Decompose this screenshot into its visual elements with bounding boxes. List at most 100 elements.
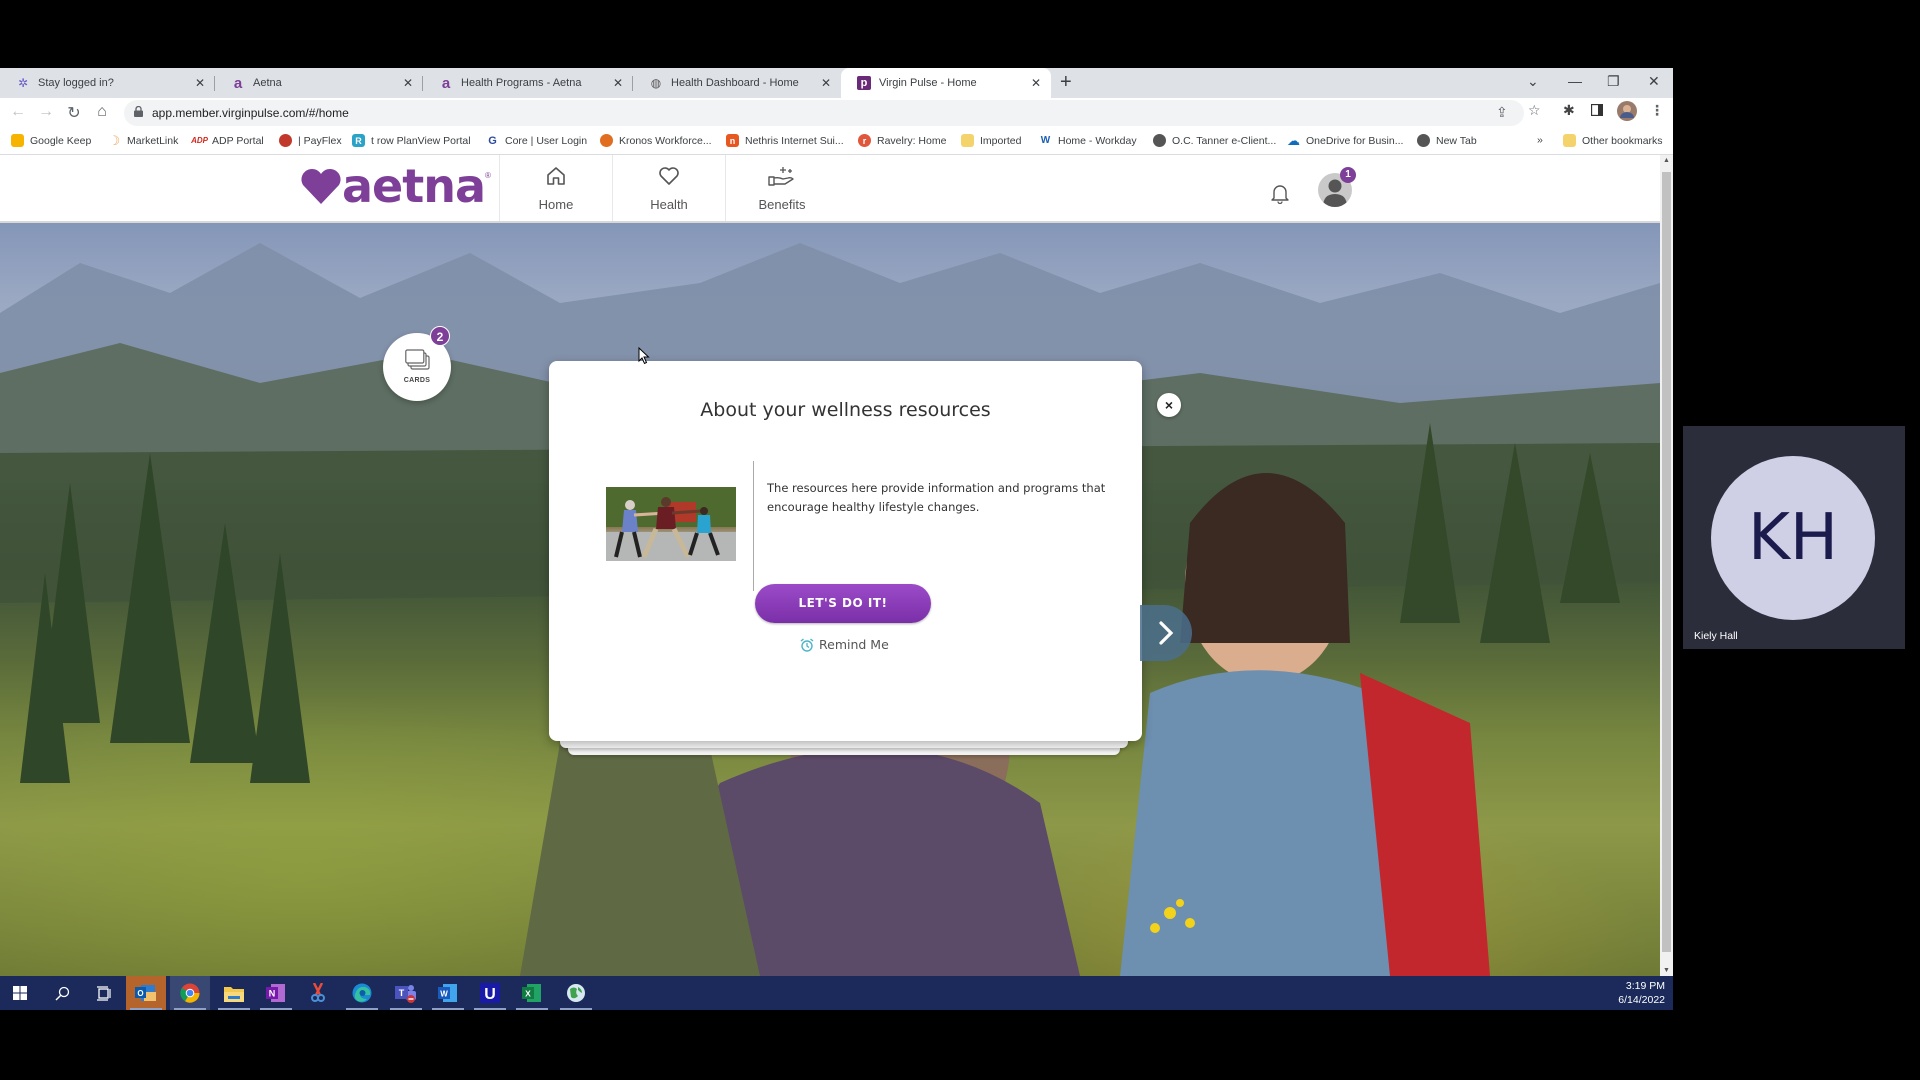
taskbar-chrome[interactable] <box>170 976 210 1010</box>
aetna-a-icon: a <box>233 74 243 92</box>
bookmark-star-icon[interactable]: ☆ <box>1528 102 1541 119</box>
bookmarks-overflow-button[interactable]: » <box>1537 134 1543 146</box>
scroll-up-arrow-icon[interactable]: ▲ <box>1660 157 1673 164</box>
chrome-profile-avatar[interactable] <box>1617 101 1637 124</box>
bookmark-new-tab[interactable]: New Tab <box>1417 134 1477 147</box>
notifications-bell-icon[interactable] <box>1270 182 1290 209</box>
page-scrollbar[interactable]: ▲ ▼ <box>1660 155 1673 976</box>
scroll-down-arrow-icon[interactable]: ▼ <box>1660 967 1673 974</box>
close-tab-icon[interactable]: ✕ <box>821 76 831 90</box>
share-icon[interactable]: ⇪ <box>1496 104 1508 121</box>
close-card-button[interactable]: × <box>1157 393 1181 417</box>
tab-search-chevron-icon[interactable]: ⌄ <box>1527 73 1539 90</box>
bookmark-payflex[interactable]: | PayFlex <box>279 134 342 147</box>
url-text: app.member.virginpulse.com/#/home <box>152 106 349 120</box>
taskbar-teams[interactable]: T <box>386 976 426 1010</box>
nav-benefits[interactable]: Benefits <box>725 155 838 221</box>
start-button[interactable] <box>0 976 40 1010</box>
aetna-logo[interactable]: aetna ® <box>300 163 491 209</box>
tab-aetna[interactable]: a Aetna ✕ <box>215 68 423 98</box>
lets-do-it-button[interactable]: LET'S DO IT! <box>755 584 931 623</box>
nav-label: Health <box>650 197 688 212</box>
close-tab-icon[interactable]: ✕ <box>1031 76 1041 90</box>
new-tab-button[interactable]: + <box>1060 72 1072 92</box>
folder-icon <box>224 986 244 1002</box>
outlook-icon: O <box>135 985 156 1001</box>
chrome-menu-icon[interactable]: ⋮ <box>1650 102 1664 119</box>
other-bookmarks-folder[interactable]: Other bookmarks <box>1563 134 1663 147</box>
bookmark-core-user-login[interactable]: G Core | User Login <box>486 134 587 147</box>
bookmark-kronos[interactable]: Kronos Workforce... <box>600 134 712 147</box>
bookmark-planview[interactable]: Rt row PlanView Portal <box>352 134 471 147</box>
close-tab-icon[interactable]: ✕ <box>613 76 623 90</box>
cards-label: CARDS <box>403 377 431 384</box>
running-indicator <box>474 1008 506 1010</box>
extensions-puzzle-icon[interactable]: ✱ <box>1563 102 1575 119</box>
bookmark-label: New Tab <box>1436 134 1477 147</box>
side-panel-icon[interactable] <box>1590 103 1604 119</box>
taskbar-word[interactable]: W <box>428 976 468 1010</box>
bookmark-ravelry[interactable]: r Ravelry: Home <box>858 134 946 147</box>
task-view-button[interactable] <box>84 976 124 1010</box>
chrome-icon <box>180 983 200 1003</box>
scroll-thumb[interactable] <box>1662 172 1671 952</box>
taskbar-edge[interactable] <box>342 976 382 1010</box>
taskbar-u-app[interactable]: U <box>470 976 510 1010</box>
bookmark-onedrive[interactable]: ☁ OneDrive for Busin... <box>1287 133 1403 148</box>
bookmark-workday[interactable]: W Home - Workday <box>1039 134 1137 147</box>
tab-title: Health Dashboard - Home <box>671 77 799 89</box>
taskbar-file-explorer[interactable] <box>214 976 254 1010</box>
bookmark-label: Other bookmarks <box>1582 134 1663 147</box>
tab-health-programs[interactable]: a Health Programs - Aetna ✕ <box>423 68 633 98</box>
adp-icon: ADP <box>191 136 208 145</box>
nav-label: Home <box>538 197 574 212</box>
svg-text:U: U <box>484 986 496 1003</box>
bookmark-adp-portal[interactable]: ADP ADP Portal <box>191 134 264 147</box>
video-participant-tile[interactable]: KH Kiely Hall <box>1683 426 1905 649</box>
task-view-icon <box>96 985 111 1001</box>
clock-date: 6/14/2022 <box>1618 994 1665 1006</box>
taskbar-snipping-tool[interactable] <box>298 976 338 1010</box>
nav-home[interactable]: Home <box>499 155 612 221</box>
nethris-icon: n <box>726 134 739 147</box>
forward-button[interactable]: → <box>36 103 56 121</box>
tab-virgin-pulse[interactable]: p Virgin Pulse - Home ✕ <box>841 68 1051 98</box>
page-viewport: CARDS 2 About your wellness resources Th… <box>0 155 1660 976</box>
taskbar-search-button[interactable] <box>42 976 82 1010</box>
virgin-pulse-p-icon: p <box>857 76 871 90</box>
reload-button[interactable]: ↻ <box>64 103 84 123</box>
search-icon <box>55 986 69 1000</box>
address-bar[interactable]: app.member.virginpulse.com/#/home ⇪ <box>124 100 1524 126</box>
hero-background-photo: CARDS 2 About your wellness resources Th… <box>0 223 1660 976</box>
aetna-a-icon: a <box>441 74 451 92</box>
lock-icon <box>134 106 143 117</box>
nav-health[interactable]: Health <box>612 155 725 221</box>
close-tab-icon[interactable]: ✕ <box>403 76 413 90</box>
alarm-clock-icon <box>800 637 814 652</box>
tab-strip: ✲ Stay logged in? ✕ a Aetna ✕ a Health P… <box>0 68 1673 98</box>
bookmark-google-keep[interactable]: Google Keep <box>11 134 91 147</box>
bookmark-imported[interactable]: Imported <box>961 134 1021 147</box>
taskbar-onenote[interactable]: N <box>256 976 296 1010</box>
restore-button[interactable]: ❐ <box>1607 73 1620 90</box>
taskbar-maps[interactable] <box>556 976 596 1010</box>
system-clock[interactable]: 3:19 PM 6/14/2022 <box>1618 979 1665 1007</box>
bookmark-nethris[interactable]: n Nethris Internet Sui... <box>726 134 844 147</box>
profile-notification-badge: 1 <box>1340 167 1356 183</box>
bookmark-marketlink[interactable]: ☽ MarketLink <box>108 133 179 148</box>
taskbar-outlook[interactable]: O <box>126 976 166 1010</box>
bookmark-oc-tanner[interactable]: O.C. Tanner e-Client... <box>1153 134 1276 147</box>
remind-me-label: Remind Me <box>819 637 889 652</box>
back-button[interactable]: ← <box>8 103 28 121</box>
taskbar-excel[interactable]: X <box>512 976 552 1010</box>
tab-health-dashboard[interactable]: ◍ Health Dashboard - Home ✕ <box>633 68 841 98</box>
planview-icon: R <box>352 134 365 147</box>
browser-window: ✲ Stay logged in? ✕ a Aetna ✕ a Health P… <box>0 68 1673 976</box>
remind-me-link[interactable]: Remind Me <box>800 637 889 652</box>
tab-stay-logged-in[interactable]: ✲ Stay logged in? ✕ <box>0 68 215 98</box>
svg-text:O: O <box>137 989 143 998</box>
close-tab-icon[interactable]: ✕ <box>195 76 205 90</box>
home-button[interactable]: ⌂ <box>92 103 112 121</box>
close-window-button[interactable]: ✕ <box>1648 73 1660 90</box>
minimize-button[interactable]: — <box>1568 73 1582 89</box>
